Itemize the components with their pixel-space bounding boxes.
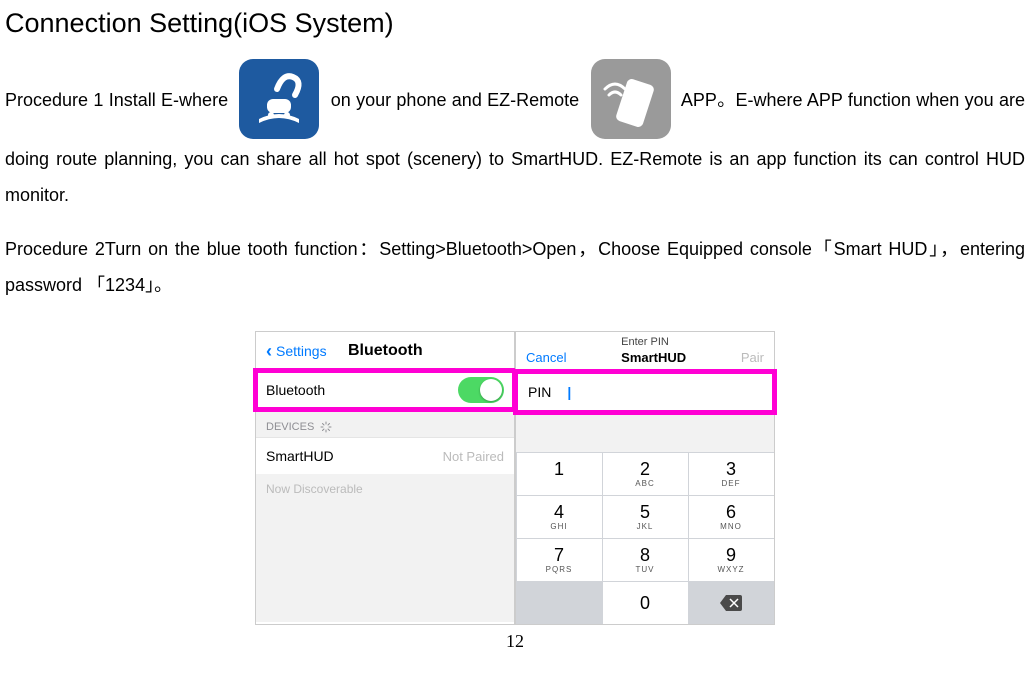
key-digit: 0 xyxy=(640,594,650,612)
key-letters: JKL xyxy=(637,523,654,531)
bluetooth-toggle-on[interactable] xyxy=(458,377,504,403)
key-blank xyxy=(517,582,602,624)
key-digit: 4 xyxy=(554,503,564,521)
device-status: Not Paired xyxy=(443,449,504,464)
key-8[interactable]: 8 TUV xyxy=(603,539,688,581)
page-number: 12 xyxy=(5,625,1025,652)
pin-header: Enter PIN xyxy=(516,332,774,348)
key-digit: 2 xyxy=(640,460,650,478)
key-backspace[interactable] xyxy=(689,582,774,624)
nav-bar: ‹ Settings Bluetooth xyxy=(256,332,514,371)
pin-entry-screenshot: Enter PIN Cancel SmartHUD Pair PIN | 1 2… xyxy=(515,331,775,625)
page-title: Connection Setting(iOS System) xyxy=(5,8,1025,39)
key-digit: 6 xyxy=(726,503,736,521)
key-letters: TUV xyxy=(636,566,655,574)
key-letters: ABC xyxy=(635,480,654,488)
devices-section-header: DEVICES xyxy=(256,409,514,437)
key-digit: 5 xyxy=(640,503,650,521)
ewhere-app-icon xyxy=(239,59,319,139)
device-name: SmartHUD xyxy=(266,448,334,464)
spinner-icon xyxy=(320,421,332,433)
key-6[interactable]: 6 MNO xyxy=(689,496,774,538)
key-letters: MNO xyxy=(720,523,742,531)
key-letters: PQRS xyxy=(546,566,573,574)
pin-subheader: Cancel SmartHUD Pair xyxy=(516,348,774,372)
device-row[interactable]: SmartHUD Not Paired xyxy=(256,437,514,474)
text-segment: Procedure 1 Install E-where xyxy=(5,90,228,110)
key-9[interactable]: 9 WXYZ xyxy=(689,539,774,581)
procedure-1-paragraph: Procedure 1 Install E-where on your phon… xyxy=(5,61,1025,213)
pin-device-name: SmartHUD xyxy=(621,350,686,365)
discoverable-label: Now Discoverable xyxy=(256,474,514,622)
key-2[interactable]: 2 ABC xyxy=(603,453,688,495)
key-letters xyxy=(557,480,560,488)
key-5[interactable]: 5 JKL xyxy=(603,496,688,538)
bluetooth-settings-screenshot: ‹ Settings Bluetooth Bluetooth DEVICES xyxy=(255,331,515,625)
key-4[interactable]: 4 GHI xyxy=(517,496,602,538)
procedure-2-paragraph: Procedure 2Turn on the blue tooth functi… xyxy=(5,231,1025,303)
key-0[interactable]: 0 xyxy=(603,582,688,624)
key-7[interactable]: 7 PQRS xyxy=(517,539,602,581)
bluetooth-label: Bluetooth xyxy=(266,382,325,398)
key-digit: 3 xyxy=(726,460,736,478)
bluetooth-toggle-row[interactable]: Bluetooth xyxy=(256,371,514,409)
screenshot-group: ‹ Settings Bluetooth Bluetooth DEVICES xyxy=(5,331,1025,625)
key-letters: GHI xyxy=(550,523,567,531)
key-3[interactable]: 3 DEF xyxy=(689,453,774,495)
key-1[interactable]: 1 xyxy=(517,453,602,495)
pin-label: PIN xyxy=(528,384,551,400)
backspace-icon xyxy=(720,595,742,611)
pin-input-row[interactable]: PIN | xyxy=(516,372,774,412)
ezremote-app-icon xyxy=(591,59,671,139)
numeric-keypad: 1 2 ABC 3 DEF 4 GHI 5 JKL 6 MNO 7 PQRS 8 TUV 9 W… xyxy=(516,452,774,624)
spacer xyxy=(516,412,774,452)
text-segment: on your phone and EZ-Remote xyxy=(331,90,579,110)
screen-title: Bluetooth xyxy=(267,342,504,360)
cancel-button[interactable]: Cancel xyxy=(526,350,566,365)
key-digit: 9 xyxy=(726,546,736,564)
pair-button[interactable]: Pair xyxy=(741,350,764,365)
key-digit: 1 xyxy=(554,460,564,478)
key-digit: 8 xyxy=(640,546,650,564)
key-digit: 7 xyxy=(554,546,564,564)
key-letters: WXYZ xyxy=(717,566,744,574)
key-letters: DEF xyxy=(722,480,741,488)
devices-label: DEVICES xyxy=(266,421,314,433)
text-cursor: | xyxy=(567,384,571,400)
